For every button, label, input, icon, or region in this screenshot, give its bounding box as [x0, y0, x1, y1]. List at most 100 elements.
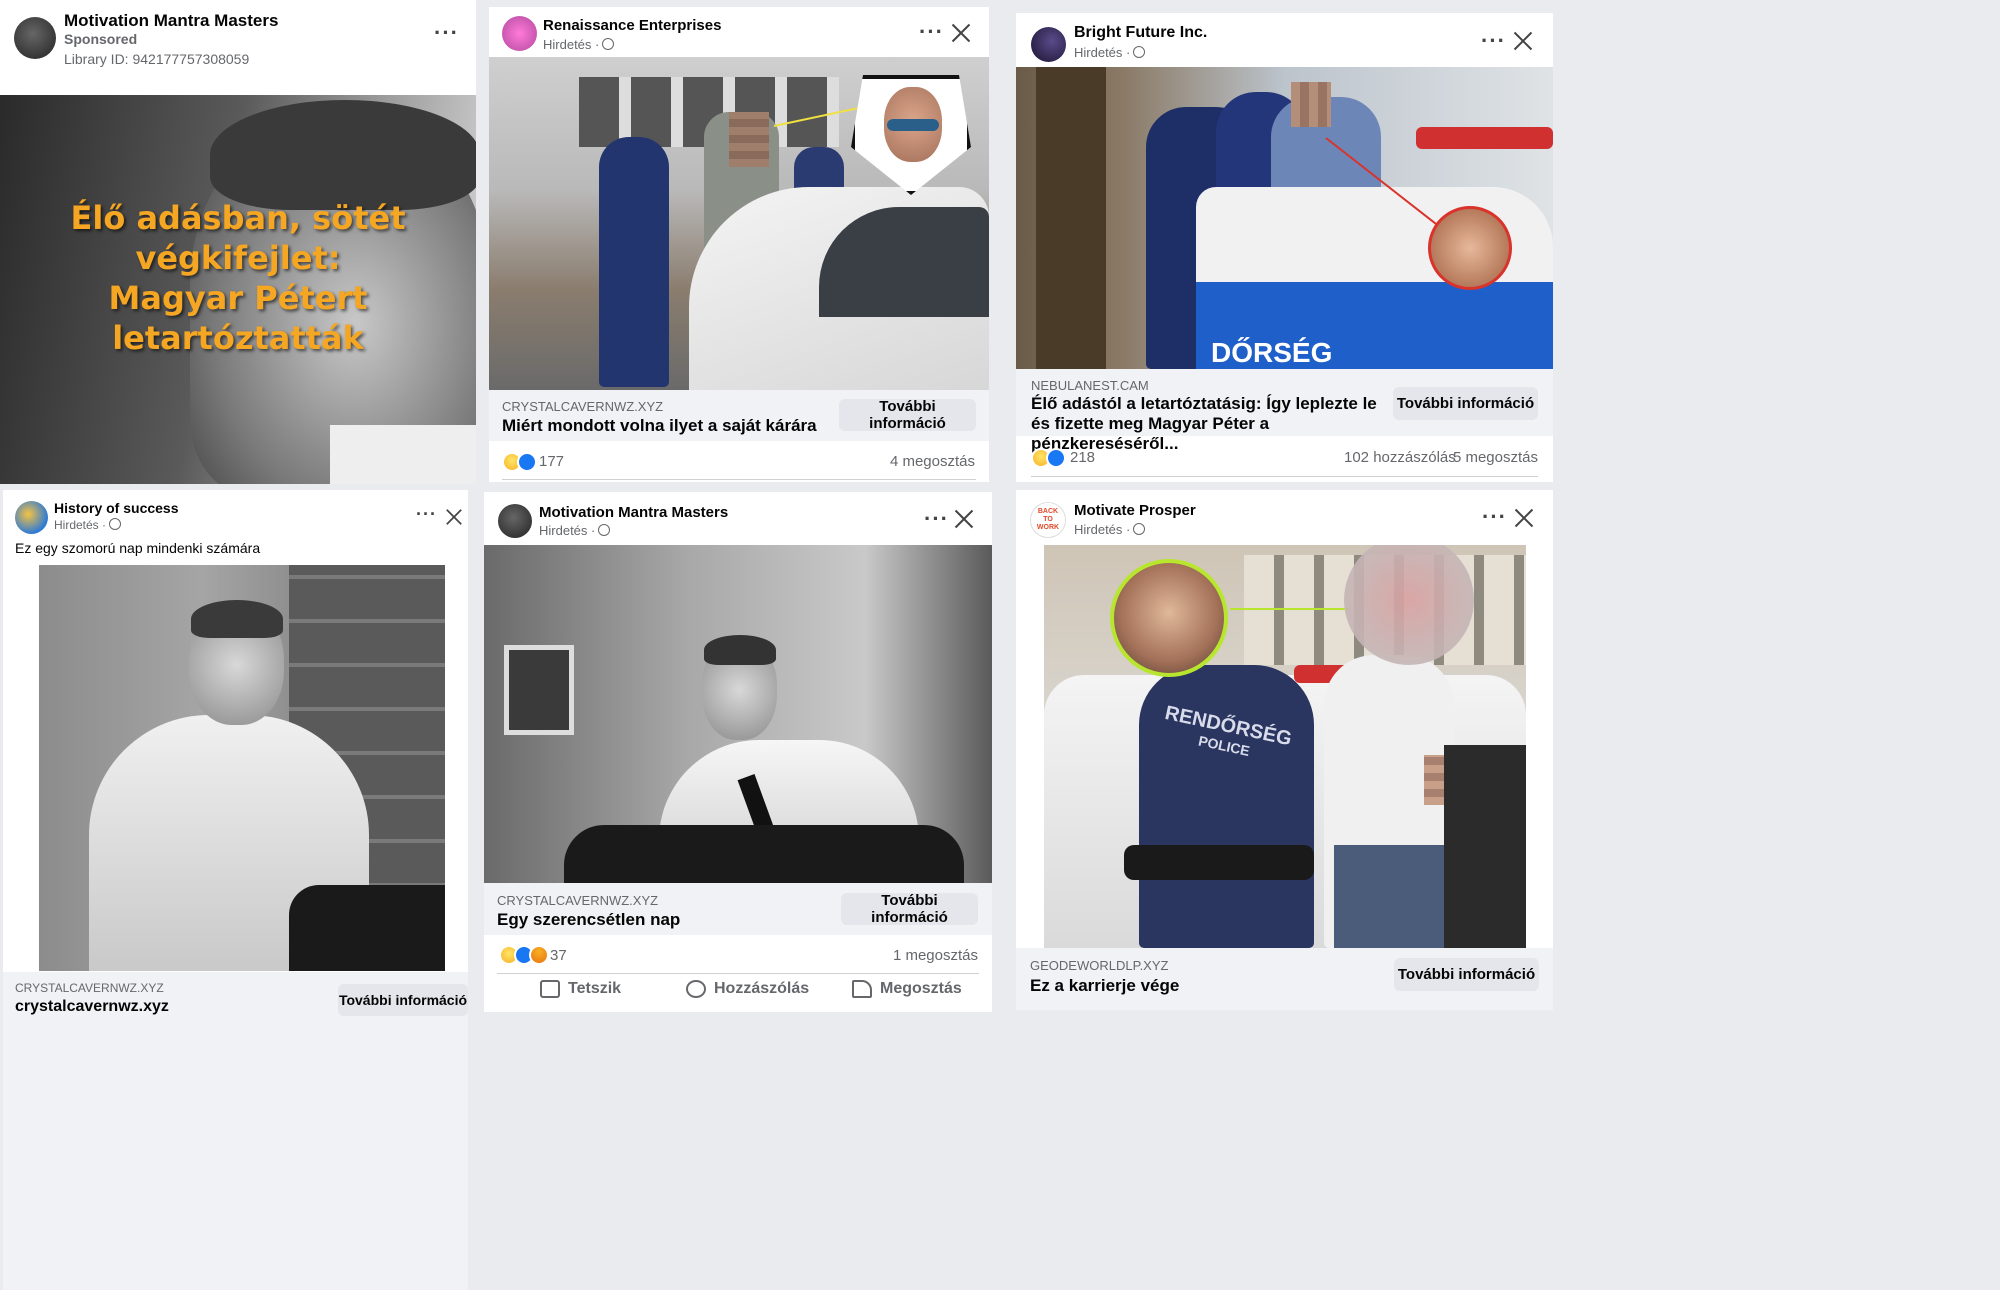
blurred-face: [729, 112, 769, 167]
ad-image[interactable]: [484, 545, 992, 883]
link-preview-bar[interactable]: GEODEWORLDLP.XYZ Ez a karrierje vége Tov…: [1016, 948, 1553, 1010]
globe-icon: [1133, 46, 1146, 58]
more-options-icon[interactable]: ···: [1481, 30, 1506, 52]
link-preview-bar[interactable]: CRYSTALCAVERNWZ.XYZ crystalcavernwz.xyz …: [3, 972, 468, 1290]
person-jeans: [1334, 845, 1444, 948]
car-door: [1444, 745, 1526, 948]
share-arrow-icon: [852, 980, 872, 998]
page-name[interactable]: Motivate Prosper: [1074, 502, 1196, 519]
ad-overlay-headline: Élő adásban, sötét végkifejlet: Magyar P…: [0, 198, 476, 358]
highlight-face-circle: [1428, 206, 1512, 290]
portrait-shirt: [330, 425, 476, 484]
van-text: DŐRSÉG: [1211, 337, 1333, 368]
thumbs-up-icon: [540, 980, 560, 998]
like-button[interactable]: Tetszik: [540, 980, 621, 998]
learn-more-button[interactable]: További információ: [841, 892, 978, 926]
reaction-count[interactable]: 37: [550, 947, 567, 964]
globe-icon: [602, 38, 615, 50]
share-button[interactable]: Megosztás: [852, 980, 962, 998]
page-avatar[interactable]: [502, 16, 537, 51]
reaction-count[interactable]: 177: [539, 453, 564, 470]
learn-more-button[interactable]: További információ: [338, 984, 468, 1016]
ad-image[interactable]: DŐRSÉG: [1016, 67, 1553, 369]
link-preview-bar[interactable]: CRYSTALCAVERNWZ.XYZ Miért mondott volna …: [489, 390, 989, 441]
page-name[interactable]: Renaissance Enterprises: [543, 17, 721, 34]
page-avatar[interactable]: [14, 17, 56, 59]
link-domain: GEODEWORLDLP.XYZ: [1030, 958, 1169, 973]
share-count[interactable]: 4 megosztás: [890, 453, 975, 470]
page-avatar[interactable]: [15, 501, 48, 534]
close-icon[interactable]: [1513, 31, 1533, 51]
share-label: Megosztás: [880, 980, 962, 997]
page-avatar[interactable]: [498, 504, 532, 538]
close-icon[interactable]: [1514, 508, 1534, 528]
more-options-icon[interactable]: ···: [416, 505, 437, 523]
link-headline[interactable]: Élő adástól a letartóztatásig: Így leple…: [1031, 394, 1381, 454]
close-icon[interactable]: [954, 509, 974, 529]
comment-count[interactable]: 102 hozzászólás: [1344, 449, 1456, 466]
ad-card-1: Motivation Mantra Masters Sponsored Libr…: [0, 0, 476, 484]
overlay-line-2: Magyar Pétert letartóztatták: [108, 279, 368, 357]
learn-more-button[interactable]: További információ: [839, 398, 976, 432]
ad-label: Hirdetés ·: [54, 518, 122, 532]
ad-image[interactable]: [39, 565, 445, 971]
divider: [497, 973, 979, 974]
door-frame: [1036, 67, 1106, 369]
page-name[interactable]: History of success: [54, 500, 179, 516]
link-domain: CRYSTALCAVERNWZ.XYZ: [502, 399, 664, 414]
ad-image[interactable]: [489, 57, 989, 390]
ad-label: Hirdetés ·: [1074, 522, 1146, 537]
reaction-icons[interactable]: [1031, 448, 1066, 468]
link-headline[interactable]: crystalcavernwz.xyz: [15, 995, 169, 1018]
portrait-hair: [210, 100, 476, 210]
ad-card-5: Motivation Mantra Masters Hirdetés · ···…: [484, 492, 992, 1012]
link-headline[interactable]: Ez a karrierje vége: [1030, 974, 1179, 997]
link-domain: CRYSTALCAVERNWZ.XYZ: [15, 981, 164, 995]
more-options-icon[interactable]: ···: [924, 508, 949, 530]
like-reaction-icon: [517, 452, 537, 472]
page-avatar[interactable]: [1031, 27, 1066, 62]
link-headline[interactable]: Miért mondott volna ilyet a saját kárára: [502, 414, 817, 437]
library-id: Library ID: 942177757308059: [64, 51, 250, 67]
link-preview-bar[interactable]: CRYSTALCAVERNWZ.XYZ Egy szerencsétlen na…: [484, 883, 992, 935]
more-options-icon[interactable]: ···: [434, 22, 459, 44]
sunglasses: [887, 119, 939, 131]
reaction-count[interactable]: 218: [1070, 449, 1095, 466]
chair: [564, 825, 964, 883]
reaction-icons[interactable]: [502, 452, 537, 472]
ad-label: Hirdetés ·: [1074, 45, 1146, 60]
link-headline[interactable]: Egy szerencsétlen nap: [497, 908, 680, 931]
angry-reaction-icon: [529, 945, 549, 965]
learn-more-button[interactable]: További információ: [1393, 387, 1538, 420]
like-label: Tetszik: [568, 980, 622, 997]
avatar-logo-text: BACK TO WORK: [1036, 508, 1060, 531]
page-name[interactable]: Motivation Mantra Masters: [539, 504, 728, 521]
page-name[interactable]: Motivation Mantra Masters: [64, 11, 278, 31]
page-avatar[interactable]: BACK TO WORK: [1030, 502, 1066, 538]
close-icon[interactable]: [446, 509, 463, 526]
link-domain: NEBULANEST.CAM: [1031, 378, 1149, 393]
police-officer-1: [599, 137, 669, 387]
learn-more-button[interactable]: További információ: [1394, 958, 1539, 991]
officer-belt: [1124, 845, 1314, 880]
link-preview-bar[interactable]: NEBULANEST.CAM Élő adástól a letartóztat…: [1016, 369, 1553, 453]
person-hair: [704, 635, 776, 665]
page-name[interactable]: Bright Future Inc.: [1074, 24, 1207, 42]
more-options-icon[interactable]: ···: [1482, 506, 1507, 528]
overlay-line-1: Élő adásban, sötét végkifejlet:: [70, 199, 406, 277]
ad-card-4: History of success Hirdetés · ··· Ez egy…: [3, 490, 468, 1290]
ad-label: Hirdetés ·: [543, 37, 615, 52]
ad-card-2: Renaissance Enterprises Hirdetés · ··· C…: [489, 7, 989, 482]
reaction-icons[interactable]: [499, 945, 549, 965]
share-count[interactable]: 5 megosztás: [1453, 449, 1538, 466]
globe-icon: [1133, 523, 1146, 535]
comment-button[interactable]: Hozzászólás: [686, 980, 809, 998]
comment-label: Hozzászólás: [714, 980, 810, 997]
divider: [1031, 476, 1538, 477]
close-icon[interactable]: [951, 23, 971, 43]
ad-image[interactable]: RENDŐRSÉG POLICE: [1044, 545, 1526, 948]
share-count[interactable]: 1 megosztás: [893, 947, 978, 964]
green-connector-line: [1230, 608, 1350, 610]
globe-icon: [109, 518, 122, 530]
more-options-icon[interactable]: ···: [919, 21, 944, 43]
